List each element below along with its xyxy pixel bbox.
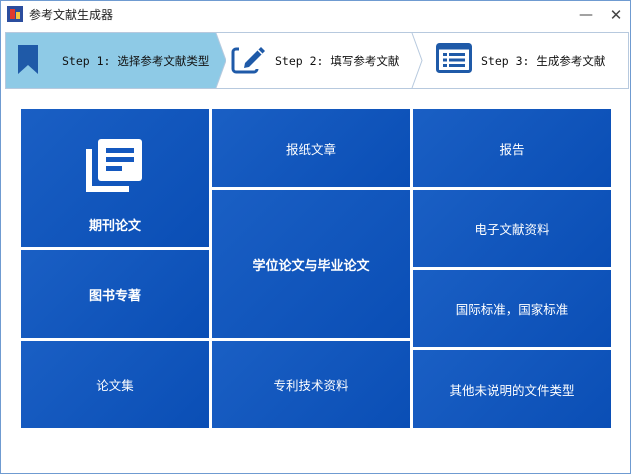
title-bar: 参考文献生成器 — ✕: [1, 1, 630, 29]
edit-icon: [231, 43, 265, 74]
tile-label: 专利技术资料: [273, 378, 349, 393]
step-1-select-type[interactable]: Step 1: 选择参考文献类型: [6, 33, 216, 88]
tile-label: 报告: [499, 141, 525, 157]
tile-other-types[interactable]: 其他未说明的文件类型: [413, 350, 611, 428]
close-button[interactable]: ✕: [605, 5, 627, 25]
tile-patent[interactable]: 专利技术资料: [212, 341, 410, 428]
step-2-label: Step 2: 填写参考文献: [275, 54, 400, 68]
app-window: 参考文献生成器 — ✕ Step 1: 选择参考文献类型 Step 2: 填写参…: [0, 0, 631, 474]
tile-books[interactable]: 图书专著: [21, 250, 209, 338]
minimize-button[interactable]: —: [575, 5, 597, 25]
tile-standards[interactable]: 国际标准，国家标准: [413, 270, 611, 347]
tile-electronic-resources[interactable]: 电子文献资料: [413, 190, 611, 267]
tile-thesis[interactable]: 学位论文与毕业论文: [212, 190, 410, 338]
step-indicator: Step 1: 选择参考文献类型 Step 2: 填写参考文献 Step 3: …: [5, 32, 629, 89]
tile-label: 国际标准，国家标准: [455, 302, 569, 317]
window-title: 参考文献生成器: [29, 8, 114, 22]
tile-label: 论文集: [96, 378, 134, 393]
list-icon: [436, 43, 472, 73]
step-3-generate[interactable]: Step 3: 生成参考文献: [424, 33, 628, 88]
tile-label: 学位论文与毕业论文: [252, 258, 370, 274]
tile-label: 期刊论文: [88, 218, 141, 234]
journal-icon: [86, 138, 142, 192]
tile-proceedings[interactable]: 论文集: [21, 341, 209, 428]
step-3-label: Step 3: 生成参考文献: [481, 54, 606, 68]
step-1-label: Step 1: 选择参考文献类型: [62, 54, 210, 68]
tile-label: 其他未说明的文件类型: [449, 382, 575, 398]
step-2-fill-details[interactable]: Step 2: 填写参考文献: [218, 33, 413, 88]
tile-newspaper-article[interactable]: 报纸文章: [212, 109, 410, 187]
tile-report[interactable]: 报告: [413, 109, 611, 187]
step-separator-chevron: [411, 33, 423, 88]
tile-label: 电子文献资料: [474, 222, 550, 237]
app-logo-icon: [7, 6, 23, 22]
bookmark-icon: [18, 45, 38, 74]
tile-label: 图书专著: [88, 288, 141, 304]
tile-label: 报纸文章: [285, 141, 336, 157]
tile-journal-article[interactable]: 期刊论文: [21, 109, 209, 247]
